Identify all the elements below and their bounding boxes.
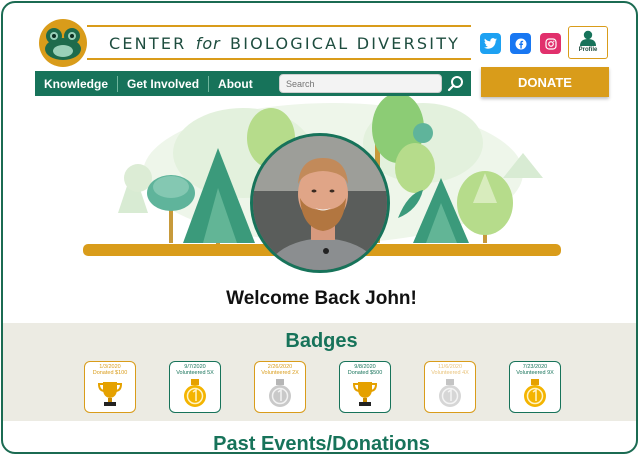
badge-card[interactable]: 1/3/2020 Donated $100 <box>84 361 136 413</box>
nav-item-get-involved[interactable]: Get Involved <box>118 75 208 92</box>
medal-icon <box>269 379 291 407</box>
donate-button[interactable]: DONATE <box>481 67 609 97</box>
brand-divider-top <box>87 25 471 27</box>
trophy-icon <box>97 382 123 406</box>
badge-text: Donated $100 <box>92 370 128 376</box>
badge-text: Volunteered 2X <box>261 370 299 376</box>
profile-button[interactable]: Profile <box>568 26 608 59</box>
medal-icon <box>184 379 206 407</box>
trophy-icon <box>352 382 378 406</box>
search-icon[interactable] <box>446 74 466 93</box>
user-icon <box>580 30 596 46</box>
brand-title-for: for <box>195 34 221 53</box>
main-nav: Knowledge Get Involved About <box>35 71 471 96</box>
welcome-heading: Welcome Back John! <box>226 288 417 309</box>
avatar <box>250 133 390 273</box>
nav-item-knowledge[interactable]: Knowledge <box>35 75 117 92</box>
past-events-title: Past Events/Donations <box>213 433 430 454</box>
search-input[interactable] <box>279 74 442 93</box>
medal-icon <box>524 379 546 407</box>
badge-card[interactable]: 11/6/2020 Volunteered 4X <box>424 361 476 413</box>
medal-icon <box>439 379 461 407</box>
nav-item-about[interactable]: About <box>209 75 262 92</box>
badge-text: Volunteered 5X <box>176 370 214 376</box>
badge-card[interactable]: 9/7/2020 Volunteered 5X <box>169 361 221 413</box>
frog-logo-icon[interactable] <box>35 15 91 67</box>
brand-title[interactable]: CENTER for BIOLOGICAL DIVERSITY <box>109 34 459 53</box>
badges-title: Badges <box>285 330 358 352</box>
brand-title-post: BIOLOGICAL DIVERSITY <box>230 34 461 53</box>
badge-card[interactable]: 9/8/2020 Donated $500 <box>339 361 391 413</box>
badge-text: Volunteered 4X <box>431 370 469 376</box>
instagram-icon[interactable] <box>540 33 561 54</box>
profile-label: Profile <box>578 47 598 53</box>
brand-divider-bottom <box>87 58 471 60</box>
brand-title-pre: CENTER <box>109 34 187 53</box>
twitter-icon[interactable] <box>480 33 501 54</box>
badge-card[interactable]: 2/26/2020 Volunteered 2X <box>254 361 306 413</box>
badge-text: Volunteered 9X <box>516 370 554 376</box>
facebook-icon[interactable] <box>510 33 531 54</box>
badge-card[interactable]: 7/23/2020 Volunteered 9X <box>509 361 561 413</box>
app-frame: CENTER for BIOLOGICAL DIVERSITY Knowledg… <box>1 1 638 454</box>
badge-text: Donated $500 <box>347 370 383 376</box>
